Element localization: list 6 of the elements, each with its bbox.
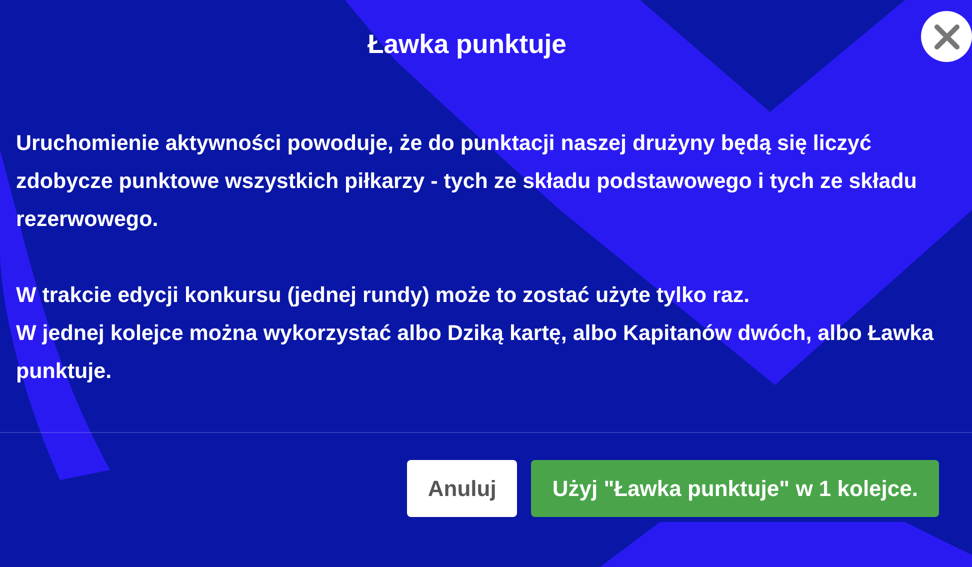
cancel-button[interactable]: Anuluj: [406, 460, 518, 517]
dialog-title: Ławka punktuje: [368, 29, 566, 61]
body-text: W jednej kolejce można wykorzystać albo Dziką kartę, albo Kapitanów dwóch, albo Ławka punktuje.: [16, 320, 935, 385]
body-text: W trakcie edycji konkursu (jednej rundy) może to zostać użyte tylko raz.: [16, 282, 751, 309]
body-text: Uruchomienie aktywności powoduje, że do punktacji naszej drużyny będą się liczyć zdobycze punktowe wszystkich piłkarzy - tych ze składu podstawowego i tych ze składu rezerwowego.: [16, 130, 918, 233]
close-icon: [934, 24, 960, 50]
